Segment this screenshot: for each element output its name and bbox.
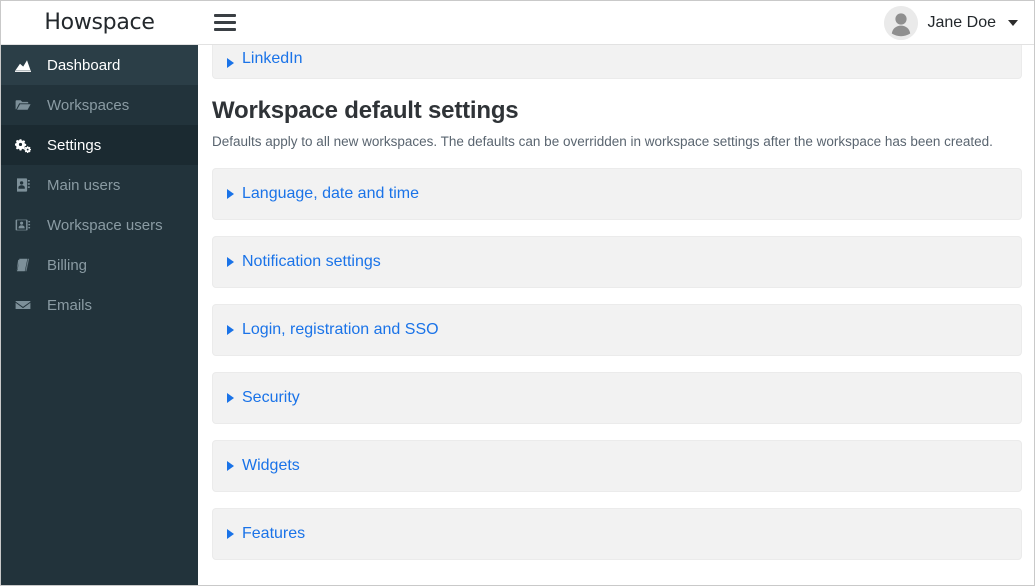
caret-right-icon <box>227 528 234 539</box>
caret-right-icon <box>227 392 234 403</box>
user-avatar-icon <box>883 5 918 40</box>
sidebar-item-label: Workspaces <box>47 96 130 114</box>
accordion-panel-language-date-and-time[interactable]: Language, date and time <box>212 167 1022 220</box>
caret-right-icon <box>227 256 234 267</box>
page-description: Defaults apply to all new workspaces. Th… <box>212 134 993 149</box>
accordion-panel-notification-settings[interactable]: Notification settings <box>212 235 1022 288</box>
sidebar-item-workspaces[interactable]: Workspaces <box>1 85 198 125</box>
sidebar-item-workspace-users[interactable]: Workspace users <box>1 205 198 245</box>
sidebar-item-label: Dashboard <box>47 56 121 74</box>
sidebar-item-label: Main users <box>47 176 121 194</box>
user-name-label: Jane Doe <box>927 13 997 31</box>
accordion-panel-linkedin[interactable]: LinkedIn <box>212 45 1022 79</box>
sidebar-item-emails[interactable]: Emails <box>1 285 198 325</box>
caret-right-icon <box>227 460 234 471</box>
main-content: LinkedIn Workspace default settings Defa… <box>198 45 1034 585</box>
cogs-icon <box>15 137 37 153</box>
brand-logo[interactable]: Howspace <box>1 1 198 44</box>
envelope-icon <box>15 297 37 313</box>
caret-right-icon <box>227 188 234 199</box>
top-navigation-bar: Howspace Jane Doe <box>1 1 1034 45</box>
address-book-icon <box>15 177 37 193</box>
accordion-panel-title: Security <box>242 388 300 406</box>
hamburger-bar <box>214 14 236 17</box>
accordion-panel-title: Notification settings <box>242 252 381 270</box>
sidebar-item-label: Workspace users <box>47 216 163 234</box>
user-menu[interactable]: Jane Doe <box>883 5 1018 40</box>
app-window: Howspace Jane Doe Dashboard Workspaces S… <box>0 0 1035 586</box>
sidebar-item-label: Billing <box>47 256 88 274</box>
sidebar-item-dashboard[interactable]: Dashboard <box>1 45 198 85</box>
sidebar-item-label: Emails <box>47 296 93 314</box>
sidebar-item-billing[interactable]: Billing <box>1 245 198 285</box>
accordion-panel-title: Widgets <box>242 456 300 474</box>
hamburger-bar <box>214 28 236 31</box>
hamburger-bar <box>214 21 236 24</box>
brand-logo-text: Howspace <box>44 10 155 35</box>
accordion-panel-security[interactable]: Security <box>212 371 1022 424</box>
area-chart-icon <box>15 57 37 73</box>
hamburger-icon[interactable] <box>214 12 236 34</box>
sidebar-item-main-users[interactable]: Main users <box>1 165 198 205</box>
accordion-panel-widgets[interactable]: Widgets <box>212 439 1022 492</box>
caret-right-icon <box>227 58 234 68</box>
accordion-panel-login-registration-and-sso[interactable]: Login, registration and SSO <box>212 303 1022 356</box>
caret-right-icon <box>227 324 234 335</box>
sidebar-navigation: Dashboard Workspaces Settings Main users… <box>1 45 198 585</box>
book-icon <box>15 257 37 273</box>
page-title: Workspace default settings <box>212 97 519 124</box>
sidebar-item-label: Settings <box>47 136 102 154</box>
accordion-panel-title: LinkedIn <box>242 50 303 67</box>
address-card-icon <box>15 217 37 233</box>
sidebar-item-settings[interactable]: Settings <box>1 125 198 165</box>
accordion-panel-features[interactable]: Features <box>212 507 1022 560</box>
chevron-down-icon[interactable] <box>1008 19 1018 26</box>
accordion-panel-title: Features <box>242 524 306 542</box>
accordion-panel-title: Language, date and time <box>242 184 420 202</box>
accordion-panel-title: Login, registration and SSO <box>242 320 439 338</box>
folder-open-icon <box>15 97 37 113</box>
